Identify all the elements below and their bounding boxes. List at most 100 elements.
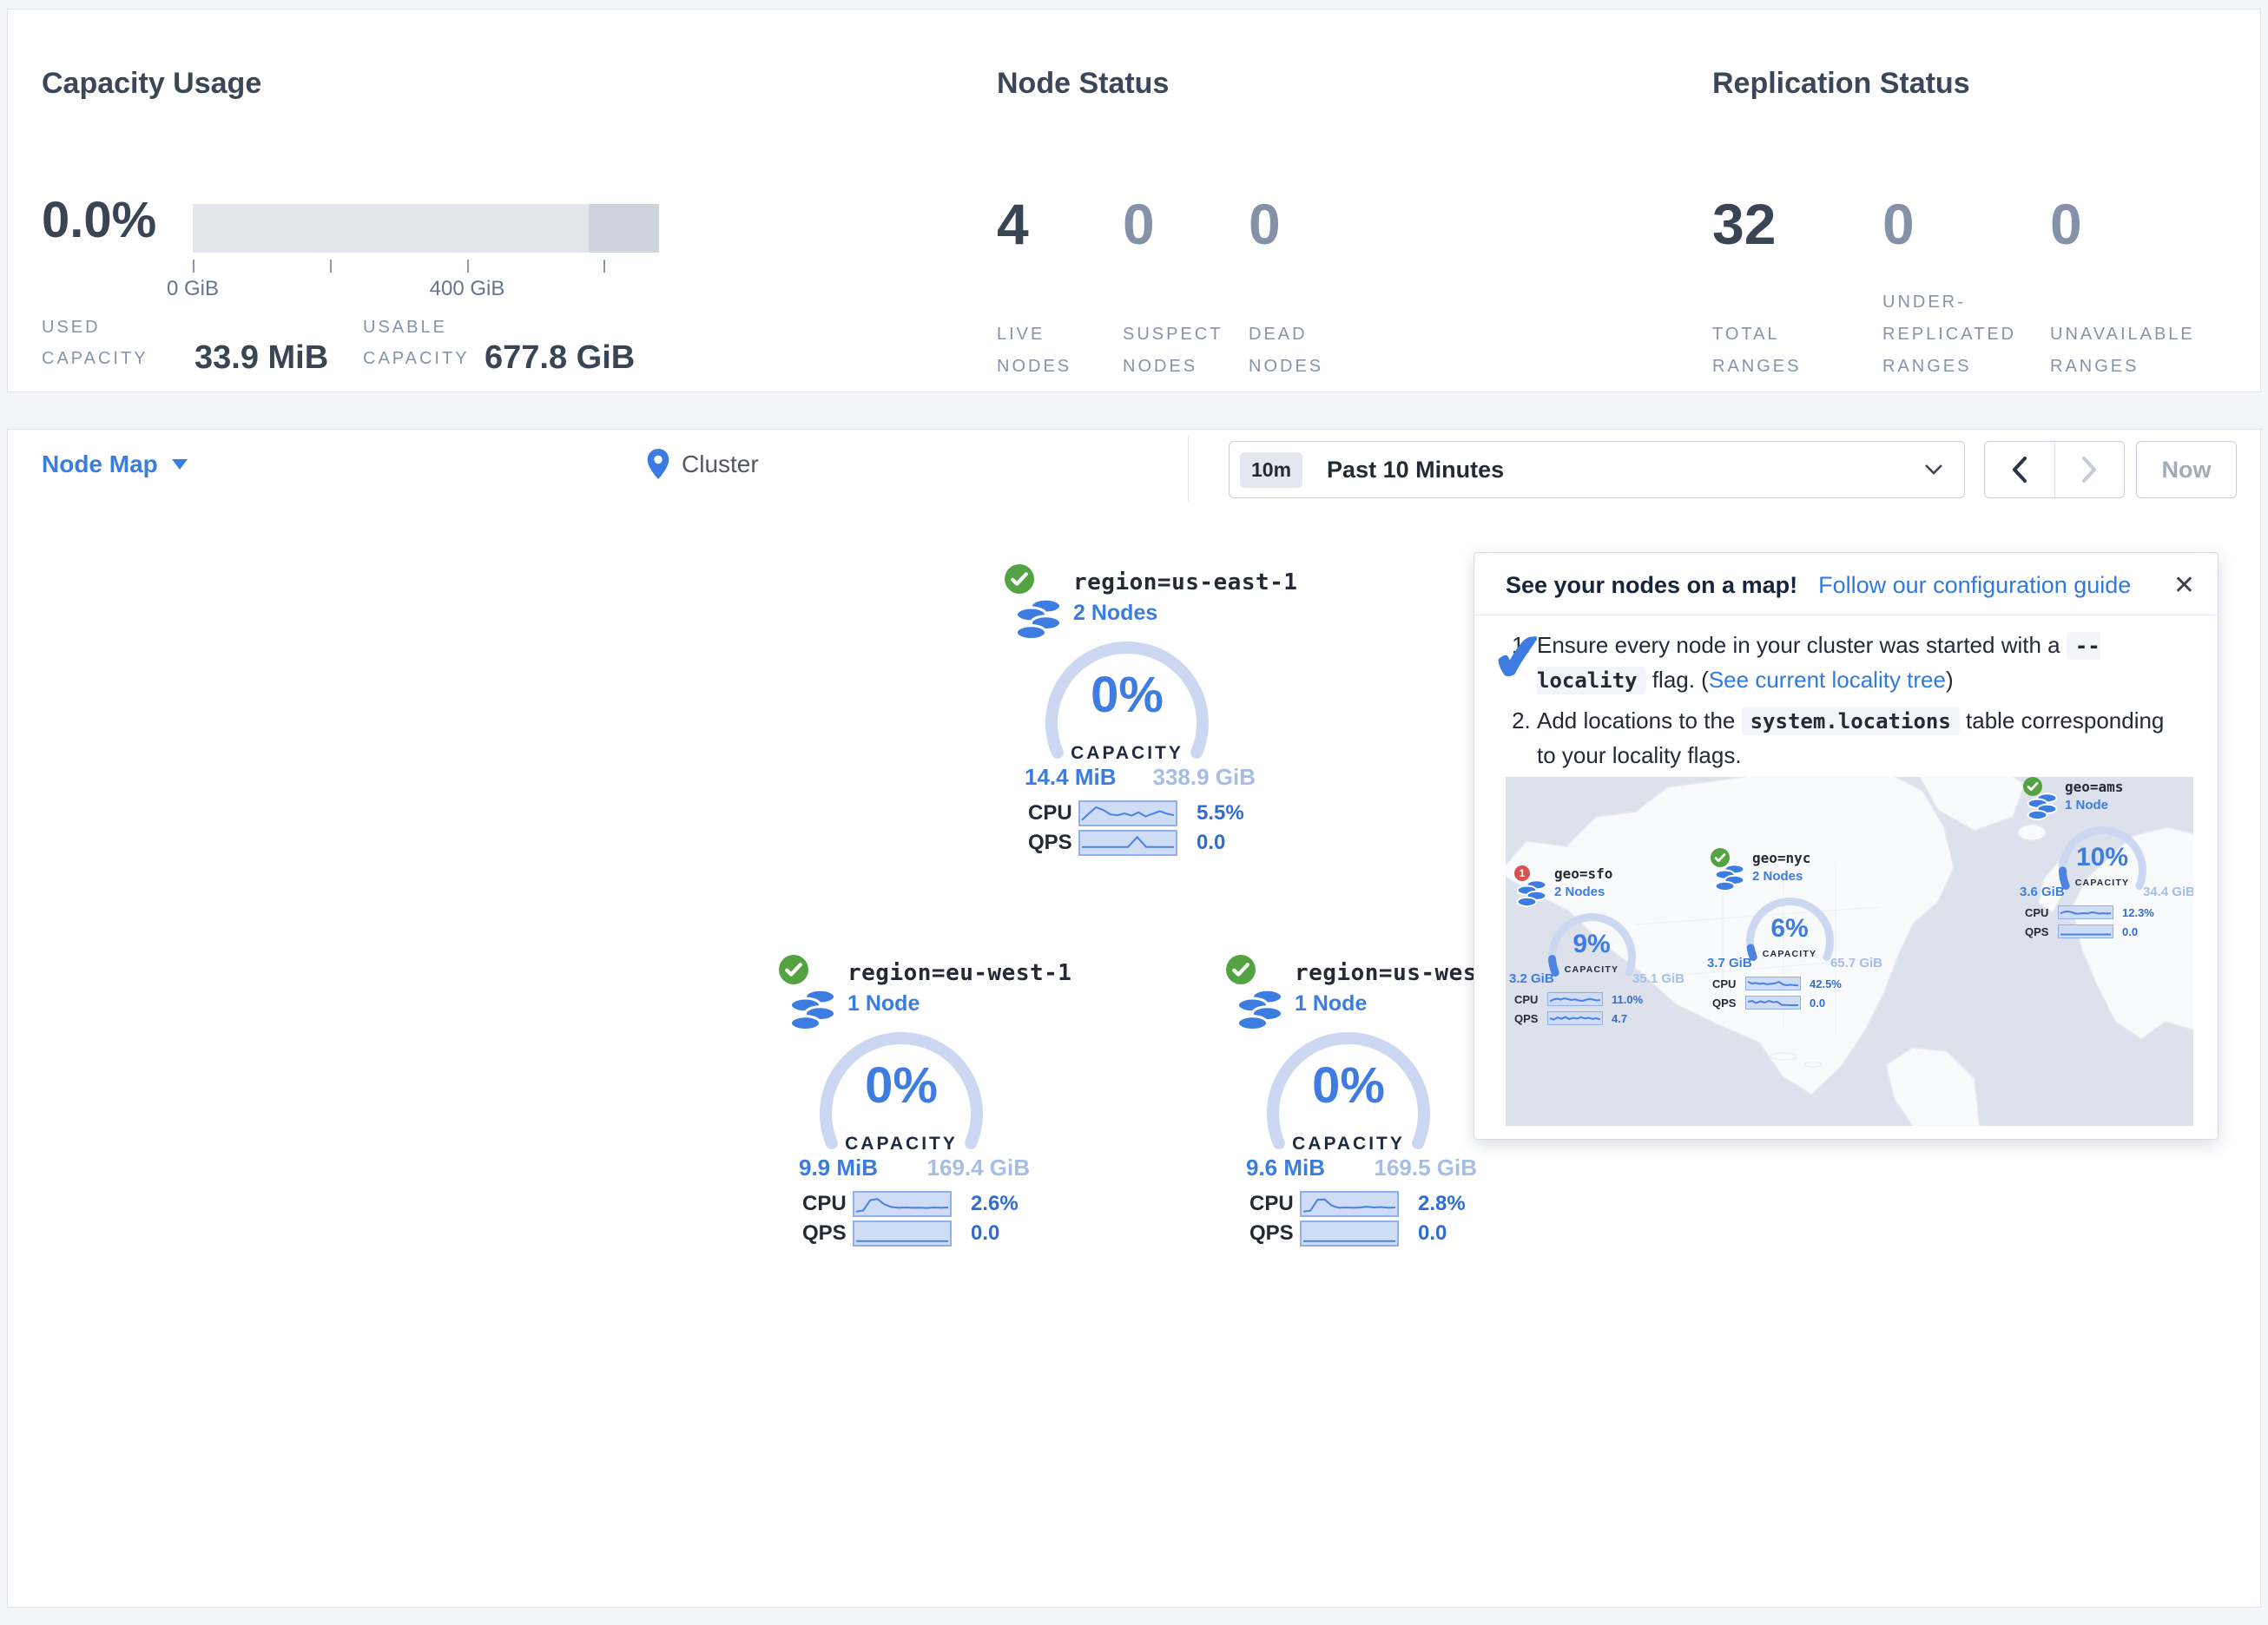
system-locations-code: system.locations xyxy=(1742,707,1960,735)
map-pin-icon xyxy=(647,449,669,479)
cpu-value: 2.6% xyxy=(971,1192,1019,1216)
view-selector-label: Node Map xyxy=(42,451,158,478)
capacity-word: CAPACITY xyxy=(1045,743,1210,764)
used-capacity: 9.6 MiB xyxy=(1246,1155,1325,1181)
chevron-right-icon xyxy=(2081,457,2097,483)
toolbar: Node Map Cluster 10m Past 10 Minutes xyxy=(8,430,2260,509)
database-nodes-icon xyxy=(2027,793,2058,826)
qps-value: 0.0 xyxy=(971,1221,999,1246)
qps-sparkline xyxy=(2058,924,2113,938)
toolbar-divider xyxy=(1188,437,1189,501)
capacity-axis-tick xyxy=(330,260,332,273)
used-capacity: 9.9 MiB xyxy=(799,1155,878,1181)
node-count-label: 2 Nodes xyxy=(1554,885,1605,899)
region-node-us-west-1[interactable]: region=us-west-1 1 Node 0% CAPACITY 9.6 … xyxy=(1211,950,1498,1252)
cpu-value: 42.5% xyxy=(1810,977,1842,990)
qps-sparkline xyxy=(853,1220,952,1247)
now-button[interactable]: Now xyxy=(2136,441,2237,498)
used-capacity-label: USED CAPACITY xyxy=(42,312,181,374)
dead-nodes-stat: 0 DEAD NODES xyxy=(1249,195,1370,383)
total-capacity: 169.5 GiB xyxy=(1374,1155,1477,1181)
replication-status-title: Replication Status xyxy=(1712,67,1970,101)
cpu-sparkline xyxy=(1547,992,1603,1006)
node-status-title: Node Status xyxy=(997,67,1169,101)
cpu-sparkline xyxy=(1300,1191,1399,1217)
total-capacity: 35.1 GiB xyxy=(1632,971,1685,986)
chevron-left-icon xyxy=(2012,457,2027,483)
time-range-label: Past 10 Minutes xyxy=(1327,457,1504,484)
breadcrumb-cluster-label: Cluster xyxy=(682,451,759,478)
locality-tree-link[interactable]: See current locality tree xyxy=(1709,667,1946,693)
capacity-gauge: 10% CAPACITY xyxy=(2058,826,2146,914)
region-node-eu-west-1[interactable]: region=eu-west-1 1 Node 0% CAPACITY 9.9 … xyxy=(764,950,1051,1252)
popup-header: See your nodes on a map! Follow our conf… xyxy=(1474,553,2218,615)
region-node-us-east-1[interactable]: region=us-east-1 2 Nodes 0% CAPACITY 14.… xyxy=(990,559,1276,861)
total-ranges-value: 32 xyxy=(1712,195,1860,253)
suspect-nodes-label: SUSPECT NODES xyxy=(1123,319,1237,383)
database-nodes-icon xyxy=(788,988,837,1037)
breadcrumb[interactable]: Cluster xyxy=(647,449,759,479)
chevron-down-icon xyxy=(1924,464,1943,476)
used-capacity: 14.4 MiB xyxy=(1025,764,1117,791)
cpu-sparkline xyxy=(2058,905,2113,919)
capacity-axis-label-400: 400 GiB xyxy=(406,277,528,301)
dead-nodes-value: 0 xyxy=(1249,195,1370,253)
node-count-label: 1 Node xyxy=(1295,991,1367,1016)
capacity-usage-percent: 0.0% xyxy=(42,195,156,246)
cpu-sparkline xyxy=(853,1191,952,1217)
locality-tip-popup: See your nodes on a map! Follow our conf… xyxy=(1474,552,2219,1140)
node-map-panel: Node Map Cluster 10m Past 10 Minutes xyxy=(7,429,2261,1608)
view-selector-dropdown[interactable]: Node Map xyxy=(42,451,188,478)
cpu-value: 5.5% xyxy=(1197,801,1244,826)
total-capacity: 65.7 GiB xyxy=(1830,956,1882,970)
qps-label: QPS xyxy=(1514,1012,1546,1025)
capacity-percent: 0% xyxy=(1266,1061,1431,1111)
unavailable-ranges-value: 0 xyxy=(2050,195,2237,253)
time-forward-button[interactable] xyxy=(2055,442,2125,497)
time-range-badge: 10m xyxy=(1240,452,1302,488)
capacity-percent: 9% xyxy=(1547,931,1636,957)
total-ranges-label: TOTAL RANGES xyxy=(1712,319,1860,383)
unavailable-ranges-stat: 0 UNAVAILABLE RANGES xyxy=(2050,195,2237,383)
qps-value: 4.7 xyxy=(1612,1012,1627,1025)
capacity-axis-tick xyxy=(193,260,194,273)
qps-sparkline xyxy=(1078,830,1177,856)
used-capacity: 3.6 GiB xyxy=(2020,885,2065,899)
cpu-label: CPU xyxy=(1712,977,1744,990)
dead-nodes-label: DEAD NODES xyxy=(1249,319,1370,383)
used-capacity-value: 33.9 MiB xyxy=(194,339,328,377)
cpu-sparkline xyxy=(1078,800,1177,826)
time-back-button[interactable] xyxy=(1985,442,2055,497)
qps-label: QPS xyxy=(1712,997,1744,1010)
time-range-dropdown[interactable]: 10m Past 10 Minutes xyxy=(1229,441,1965,498)
capacity-percent: 0% xyxy=(1045,670,1210,720)
cpu-value: 2.8% xyxy=(1418,1192,1466,1216)
capacity-percent: 6% xyxy=(1745,916,1834,942)
cpu-value: 12.3% xyxy=(2122,906,2154,919)
node-count-label: 1 Node xyxy=(847,991,920,1016)
capacity-percent: 10% xyxy=(2058,845,2146,871)
live-nodes-label: LIVE NODES xyxy=(997,319,1111,383)
qps-value: 0.0 xyxy=(2122,925,2138,938)
qps-value: 0.0 xyxy=(1197,831,1225,855)
blue-check-mark-icon: ✔ xyxy=(1488,618,1550,698)
region-label: region=us-east-1 xyxy=(1073,569,1297,595)
healthy-status-icon xyxy=(1005,564,1034,594)
qps-label: QPS xyxy=(2025,925,2056,938)
capacity-axis-label-0: 0 GiB xyxy=(141,277,245,301)
qps-value: 0.0 xyxy=(1418,1221,1447,1246)
total-capacity: 169.4 GiB xyxy=(926,1155,1030,1181)
region-label: geo=ams xyxy=(2065,779,2123,795)
qps-label: QPS xyxy=(1249,1221,1295,1246)
close-icon[interactable]: ✕ xyxy=(2173,573,2195,599)
time-pager xyxy=(1984,441,2125,498)
setup-step-2: Add locations to the system.locations ta… xyxy=(1537,703,2183,773)
setup-steps: Ensure every node in your cluster was st… xyxy=(1506,628,2183,773)
database-nodes-icon xyxy=(1236,988,1284,1037)
cpu-label: CPU xyxy=(1028,801,1073,826)
configuration-guide-link[interactable]: Follow our configuration guide xyxy=(1818,572,2131,599)
region-label: region=eu-west-1 xyxy=(847,960,1071,986)
total-capacity: 338.9 GiB xyxy=(1152,764,1256,791)
capacity-usage-bar xyxy=(193,204,659,253)
cluster-summary-panel: Capacity Usage 0.0% 0 GiB 400 GiB USED C… xyxy=(7,9,2261,392)
